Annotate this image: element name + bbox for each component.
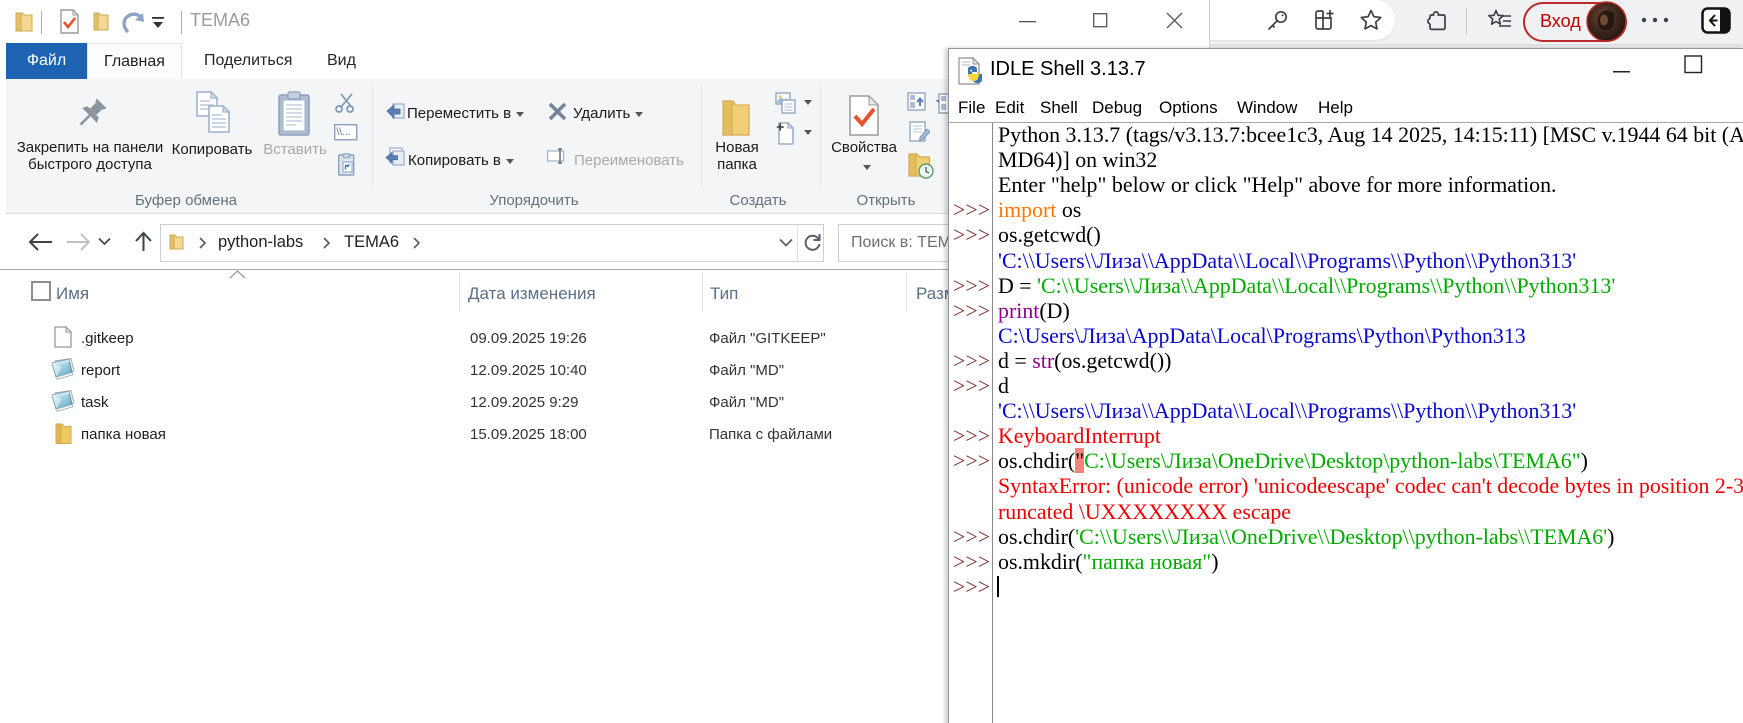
svg-text:\\...: \\... xyxy=(337,127,351,138)
